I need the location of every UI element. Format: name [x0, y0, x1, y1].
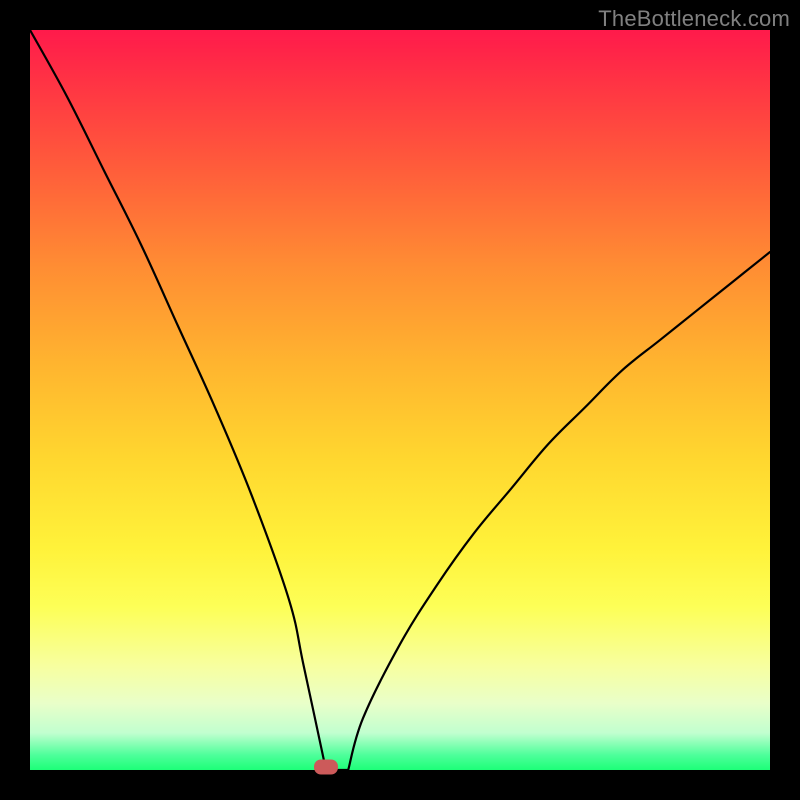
chart-frame: TheBottleneck.com — [0, 0, 800, 800]
watermark-label: TheBottleneck.com — [598, 6, 790, 32]
minimum-marker — [314, 760, 338, 775]
bottleneck-curve — [30, 30, 770, 770]
plot-area — [30, 30, 770, 770]
curve-svg — [30, 30, 770, 770]
